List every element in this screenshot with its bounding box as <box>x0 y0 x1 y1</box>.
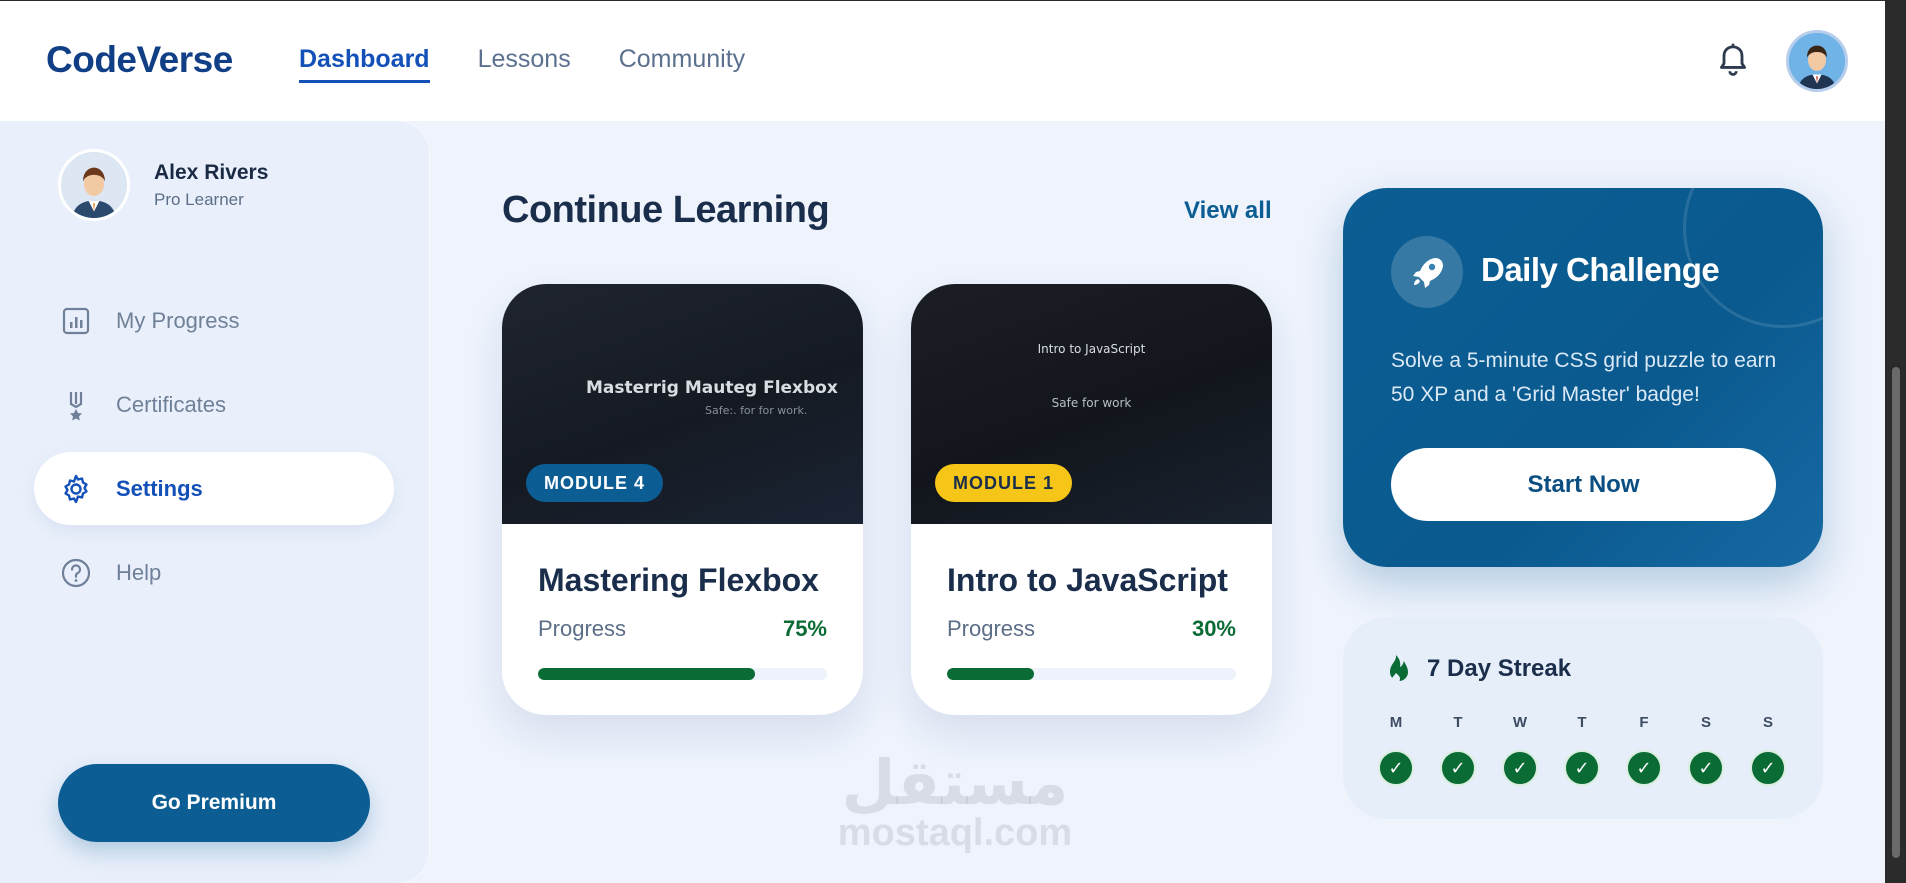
module-badge: MODULE 4 <box>526 464 664 502</box>
sidebar-item-label: Help <box>116 559 162 585</box>
course-thumbnail: Masterrig Mauteg Flexbox Safe:. for for … <box>502 284 863 524</box>
streak-day: S ✓ <box>1688 714 1724 786</box>
streak-card: 7 Day Streak M ✓ T ✓ W ✓ T ✓ F ✓ S ✓ S ✓ <box>1343 617 1823 819</box>
course-card-javascript[interactable]: Intro to JavaScript Safe for work MODULE… <box>911 284 1272 715</box>
sidebar-item-label: Settings <box>116 475 203 501</box>
check-icon: ✓ <box>1750 750 1786 786</box>
thumbnail-title: Masterrig Mauteg Flexbox <box>586 378 838 398</box>
profile-role: Pro Learner <box>154 189 244 209</box>
sidebar-item-my-progress[interactable]: My Progress <box>34 284 394 357</box>
course-thumbnail: Intro to JavaScript Safe for work MODULE… <box>911 284 1272 524</box>
medal-icon <box>69 391 83 420</box>
start-now-button[interactable]: Start Now <box>1391 448 1776 521</box>
streak-days: M ✓ T ✓ W ✓ T ✓ F ✓ S ✓ S ✓ <box>1378 714 1786 786</box>
progress-bar <box>538 668 827 680</box>
streak-day: S ✓ <box>1750 714 1786 786</box>
check-icon: ✓ <box>1564 750 1600 786</box>
avatar <box>58 149 130 221</box>
check-icon: ✓ <box>1440 750 1476 786</box>
day-letter: T <box>1577 714 1587 731</box>
streak-day: T ✓ <box>1564 714 1600 786</box>
go-premium-button[interactable]: Go Premium <box>58 764 370 842</box>
watermark-latin: mostaql.com <box>837 812 1073 854</box>
streak-day: W ✓ <box>1502 714 1538 786</box>
progress-fill <box>538 668 755 680</box>
profile-name: Alex Rivers <box>154 160 269 184</box>
day-letter: S <box>1762 714 1773 731</box>
progress-percent: 75% <box>782 616 827 641</box>
scrollbar-thumb[interactable] <box>1892 367 1900 858</box>
thumbnail-title: Intro to JavaScript <box>1037 342 1146 356</box>
sidebar: Alex Rivers Pro Learner My Progress Cert… <box>0 121 429 883</box>
gear-icon <box>64 474 88 503</box>
check-icon: ✓ <box>1688 750 1724 786</box>
thumbnail-subtitle: Safe:. for for work. <box>705 404 808 417</box>
check-icon: ✓ <box>1626 750 1662 786</box>
check-icon: ✓ <box>1502 750 1538 786</box>
course-title: Intro to JavaScript <box>947 562 1228 598</box>
module-badge: MODULE 1 <box>935 464 1073 502</box>
progress-percent: 30% <box>1191 616 1236 641</box>
daily-challenge-card: Daily Challenge Solve a 5-minute CSS gri… <box>1343 188 1823 567</box>
streak-day: T ✓ <box>1440 714 1476 786</box>
sidebar-item-settings[interactable]: Settings <box>34 452 394 525</box>
progress-label: Progress <box>538 616 627 641</box>
sidebar-item-label: Certificates <box>116 391 227 417</box>
day-letter: F <box>1639 714 1649 731</box>
nav-lessons[interactable]: Lessons <box>478 45 571 83</box>
sidebar-item-certificates[interactable]: Certificates <box>34 368 394 441</box>
top-bar: CodeVerse Dashboard Lessons Community <box>0 0 1885 121</box>
watermark-arabic: مستقل <box>841 746 1069 819</box>
main-nav: Dashboard Lessons Community <box>299 45 745 83</box>
watermark: مستقل mostaql.com <box>835 746 1075 854</box>
thumbnail-subtitle: Safe for work <box>1051 396 1132 410</box>
bell-icon[interactable] <box>1717 43 1749 79</box>
course-title: Mastering Flexbox <box>538 562 819 598</box>
profile-text: Alex Rivers Pro Learner <box>154 161 268 210</box>
rocket-icon <box>1391 236 1463 308</box>
challenge-description: Solve a 5-minute CSS grid puzzle to earn… <box>1391 349 1777 406</box>
progress-bar <box>947 668 1236 680</box>
progress-label: Progress <box>947 616 1036 641</box>
sidebar-item-label: My Progress <box>116 307 240 333</box>
sidebar-item-help[interactable]: Help <box>34 536 394 609</box>
nav-dashboard[interactable]: Dashboard <box>299 45 430 83</box>
streak-title: 7 Day Streak <box>1427 655 1572 682</box>
flame-icon <box>1390 655 1408 683</box>
progress-fill <box>947 668 1034 680</box>
streak-day: M ✓ <box>1378 714 1414 786</box>
view-all-link[interactable]: View all <box>1184 197 1272 225</box>
chart-icon <box>62 307 90 334</box>
streak-day: F ✓ <box>1626 714 1662 786</box>
day-letter: T <box>1453 714 1463 731</box>
user-avatar-icon[interactable] <box>1786 30 1848 92</box>
day-letter: S <box>1700 714 1711 731</box>
brand-logo[interactable]: CodeVerse <box>46 39 233 81</box>
challenge-title: Daily Challenge <box>1481 251 1720 288</box>
sidebar-menu: My Progress Certificates Settings Help <box>34 284 394 620</box>
profile-card[interactable]: Alex Rivers Pro Learner <box>58 149 268 221</box>
course-card-flexbox[interactable]: Masterrig Mauteg Flexbox Safe:. for for … <box>502 284 863 715</box>
day-letter: W <box>1512 714 1528 731</box>
nav-community[interactable]: Community <box>619 45 745 83</box>
page-title: Continue Learning <box>502 189 830 231</box>
help-icon <box>61 558 91 587</box>
check-icon: ✓ <box>1378 750 1414 786</box>
day-letter: M <box>1389 714 1403 731</box>
